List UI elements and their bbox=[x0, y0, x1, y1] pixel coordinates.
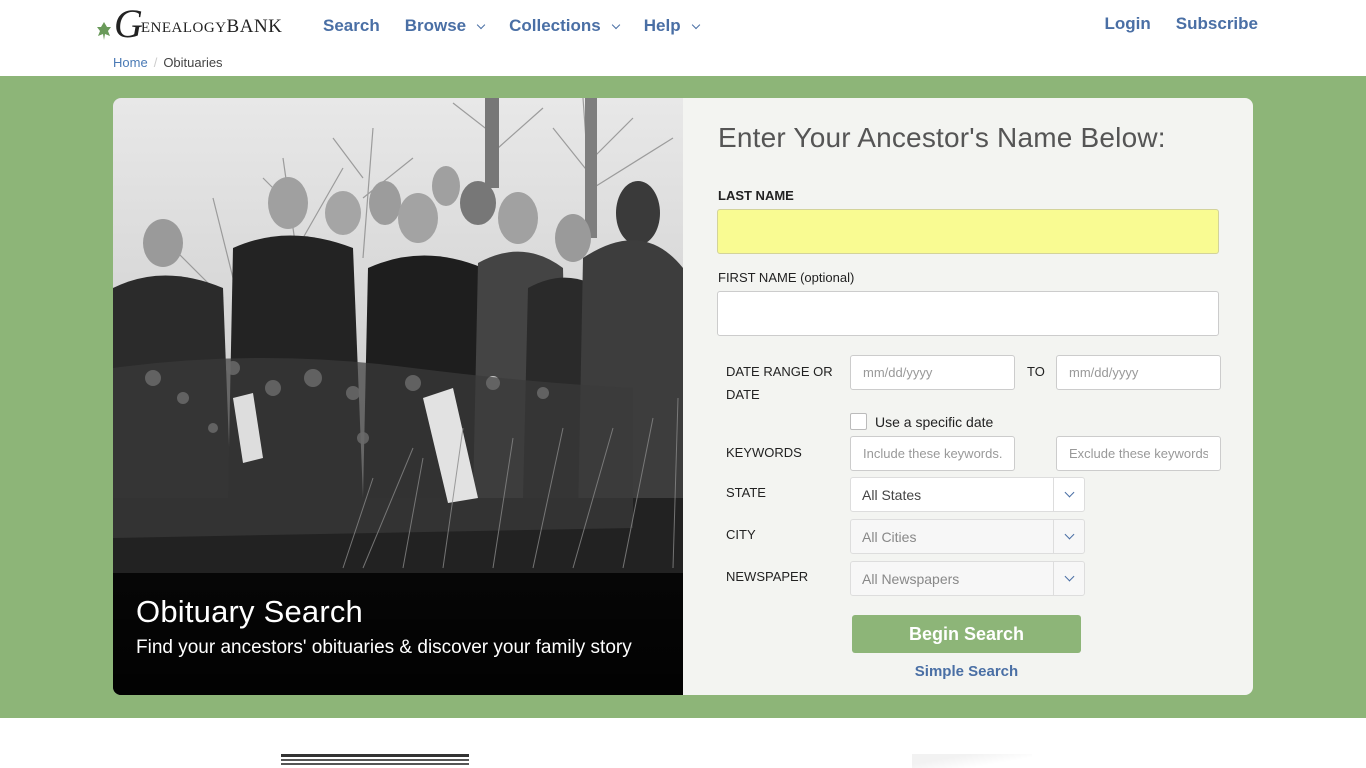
city-select[interactable]: All Cities bbox=[850, 519, 1085, 554]
faded-graphic bbox=[912, 754, 1032, 768]
state-select-value: All States bbox=[862, 486, 922, 503]
login-link[interactable]: Login bbox=[1105, 14, 1151, 34]
hero-subtitle: Find your ancestors' obituaries & discov… bbox=[136, 637, 632, 659]
nav-help-label: Help bbox=[643, 16, 681, 35]
chevron-down-icon[interactable] bbox=[1053, 562, 1084, 595]
main-nav: Search Browse Collections Help bbox=[323, 14, 724, 38]
simple-search-link[interactable]: Simple Search bbox=[852, 663, 1081, 680]
date-to-input[interactable] bbox=[1056, 355, 1221, 390]
newspaper-select-value: All Newspapers bbox=[862, 570, 960, 587]
subscribe-link[interactable]: Subscribe bbox=[1176, 14, 1258, 34]
site-header: G ENEALOGYBANK Search Browse Collections… bbox=[0, 0, 1366, 76]
specific-date-label: Use a specific date bbox=[875, 413, 994, 430]
first-name-input[interactable] bbox=[717, 291, 1219, 336]
first-name-label: FIRST NAME (optional) bbox=[718, 270, 855, 285]
logo-wordmark: ENEALOGYBANK bbox=[141, 16, 283, 38]
keywords-label: KEYWORDS bbox=[726, 445, 802, 460]
hero-photo: Obituary Search Find your ancestors' obi… bbox=[113, 98, 683, 695]
logo-word-main: ENEALOGY bbox=[140, 20, 227, 36]
include-keywords-input[interactable] bbox=[850, 436, 1015, 471]
breadcrumb: Home / Obituaries bbox=[113, 55, 223, 70]
breadcrumb-separator: / bbox=[153, 55, 158, 70]
chevron-down-icon bbox=[691, 20, 700, 30]
state-select[interactable]: All States bbox=[850, 477, 1085, 512]
state-label: STATE bbox=[726, 485, 766, 500]
hero-title: Obituary Search bbox=[136, 594, 363, 629]
chevron-down-icon[interactable] bbox=[1053, 478, 1084, 511]
nav-browse-label: Browse bbox=[404, 16, 467, 35]
leaf-icon bbox=[97, 22, 111, 40]
form-heading: Enter Your Ancestor's Name Below: bbox=[718, 122, 1166, 153]
specific-date-checkbox[interactable] bbox=[850, 413, 867, 430]
nav-help[interactable]: Help bbox=[643, 14, 700, 38]
chevron-down-icon[interactable] bbox=[1053, 520, 1084, 553]
date-from-input[interactable] bbox=[850, 355, 1015, 390]
newspaper-label: NEWSPAPER bbox=[726, 569, 809, 584]
breadcrumb-current: Obituaries bbox=[163, 55, 223, 70]
date-range-label: DATE RANGE OR DATE bbox=[726, 364, 833, 402]
search-card: Obituary Search Find your ancestors' obi… bbox=[113, 98, 1253, 695]
auth-links: Login Subscribe bbox=[1105, 14, 1258, 34]
date-to-label: TO bbox=[1027, 364, 1045, 379]
nav-collections-label: Collections bbox=[509, 16, 601, 35]
logo-word-second: BANK bbox=[226, 16, 283, 37]
nav-search-label: Search bbox=[323, 16, 380, 35]
hero-caption: Obituary Search Find your ancestors' obi… bbox=[113, 573, 683, 695]
newspaper-clipping-image bbox=[281, 754, 469, 768]
nav-search[interactable]: Search bbox=[323, 14, 380, 38]
city-select-value: All Cities bbox=[862, 528, 917, 545]
obituary-search-form: Enter Your Ancestor's Name Below: LAST N… bbox=[683, 98, 1253, 695]
nav-browse[interactable]: Browse bbox=[404, 14, 486, 38]
city-label: CITY bbox=[726, 527, 756, 542]
chevron-down-icon bbox=[476, 20, 486, 30]
genealogybank-logo[interactable]: G ENEALOGYBANK bbox=[96, 2, 282, 46]
logo-initial: G bbox=[114, 1, 143, 46]
specific-date-option[interactable]: Use a specific date bbox=[850, 413, 993, 430]
exclude-keywords-input[interactable] bbox=[1056, 436, 1221, 471]
begin-search-button[interactable]: Begin Search bbox=[852, 615, 1081, 653]
below-fold-content bbox=[0, 718, 1366, 768]
nav-collections[interactable]: Collections bbox=[509, 14, 620, 38]
last-name-label: LAST NAME bbox=[718, 188, 794, 203]
chevron-down-icon bbox=[611, 20, 620, 30]
newspaper-select[interactable]: All Newspapers bbox=[850, 561, 1085, 596]
breadcrumb-home[interactable]: Home bbox=[113, 55, 148, 70]
last-name-input[interactable] bbox=[717, 209, 1219, 254]
